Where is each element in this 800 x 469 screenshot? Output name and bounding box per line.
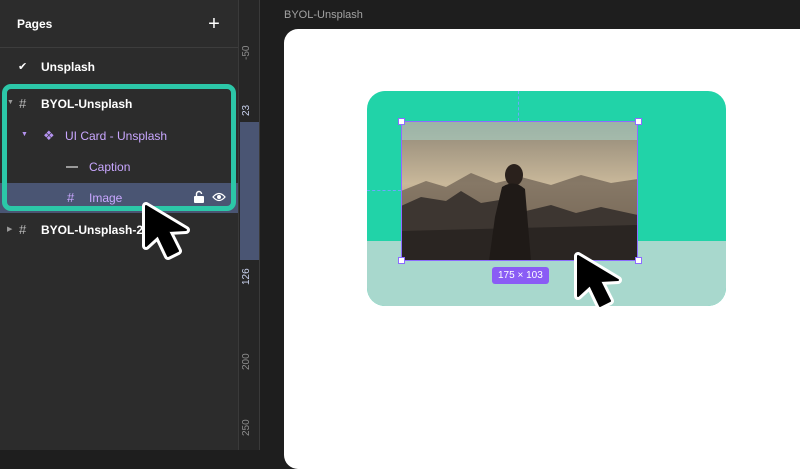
- selection-box[interactable]: [401, 121, 638, 261]
- frame-label[interactable]: BYOL-Unsplash: [284, 9, 363, 21]
- panel-divider: [0, 47, 238, 48]
- check-icon: ✔: [18, 61, 28, 73]
- highlight-box: [2, 84, 236, 211]
- ruler-tick: 200: [241, 353, 252, 370]
- frame-hash-icon: #: [19, 222, 27, 237]
- ruler-tick: -50: [241, 45, 252, 60]
- plus-icon[interactable]: +: [204, 14, 224, 34]
- pages-header: Pages +: [0, 0, 238, 48]
- resize-handle[interactable]: [398, 257, 405, 264]
- page-item-unsplash[interactable]: ✔ Unsplash: [0, 56, 238, 78]
- ruler-tick: 23: [241, 104, 252, 116]
- layer-label: BYOL-Unsplash-2: [41, 223, 144, 237]
- ruler-tick: 126: [241, 268, 252, 285]
- pages-title: Pages: [17, 17, 53, 31]
- vertical-ruler: -50 23 126 200 250: [238, 0, 260, 450]
- cursor-arrow-icon: [574, 252, 622, 310]
- spacing-guide: [518, 91, 519, 121]
- caret-right-icon[interactable]: ▶: [7, 225, 12, 233]
- size-badge: 175 × 103: [492, 267, 549, 284]
- resize-handle[interactable]: [635, 118, 642, 125]
- cursor-arrow-icon: [142, 202, 190, 260]
- ruler-tick: 250: [241, 419, 252, 436]
- design-canvas[interactable]: BYOL-Unsplash 175 × 103: [260, 0, 800, 469]
- ruler-selection-range: [240, 122, 259, 260]
- page-label: Unsplash: [41, 60, 96, 74]
- resize-handle[interactable]: [398, 118, 405, 125]
- spacing-guide: [367, 190, 401, 191]
